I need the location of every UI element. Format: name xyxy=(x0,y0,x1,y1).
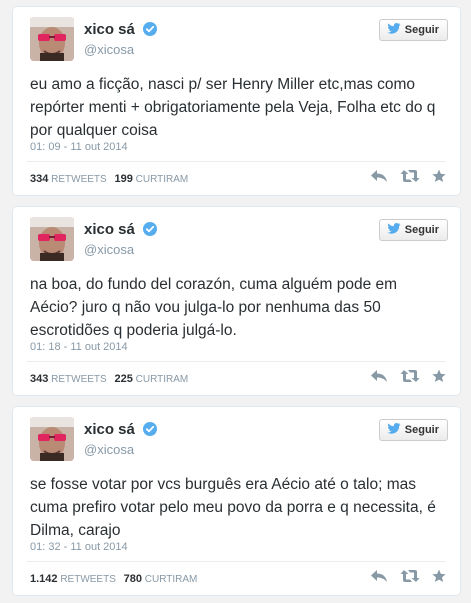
tweet-stats: 343 RETWEETS 225 CURTIRAM xyxy=(30,373,188,385)
tweet-header: xico sá @xicosa Seguir xyxy=(30,17,448,67)
display-name[interactable]: xico sá xyxy=(84,221,135,238)
tweet-text: eu amo a ficção, nasci p/ ser Henry Mill… xyxy=(30,76,436,139)
tweet-timestamp[interactable]: 01: 18 - 11 out 2014 xyxy=(30,341,128,353)
tweet-stats: 334 RETWEETS 199 CURTIRAM xyxy=(30,173,188,185)
author-names: xico sá @xicosa xyxy=(84,221,158,259)
tweet-text: na boa, do fundo del corazón, cuma algué… xyxy=(30,276,398,339)
avatar[interactable] xyxy=(30,217,74,261)
retweets-label: RETWEETS xyxy=(51,174,107,185)
verified-badge-icon xyxy=(143,422,158,441)
author-names: xico sá @xicosa xyxy=(84,421,158,459)
tweet-stats: 1.142 RETWEETS 780 CURTIRAM xyxy=(30,573,197,585)
favorite-star-icon[interactable] xyxy=(432,369,446,388)
retweet-count[interactable]: 1.142 xyxy=(30,573,58,585)
display-name[interactable]: xico sá xyxy=(84,21,135,38)
author-names: xico sá @xicosa xyxy=(84,21,158,59)
retweet-icon[interactable] xyxy=(400,569,420,588)
tweet-card[interactable]: xico sá @xicosa Seguir eu amo a ficção, … xyxy=(12,6,461,196)
verified-badge-icon xyxy=(143,22,158,41)
user-handle[interactable]: @xicosa xyxy=(84,41,157,59)
follow-label: Seguir xyxy=(404,224,439,236)
like-count[interactable]: 225 xyxy=(114,373,132,385)
follow-label: Seguir xyxy=(404,24,439,36)
retweet-icon[interactable] xyxy=(400,169,420,188)
favorite-star-icon[interactable] xyxy=(432,169,446,188)
tweet-feed: xico sá @xicosa Seguir eu amo a ficção, … xyxy=(0,0,471,603)
follow-button[interactable]: Seguir xyxy=(378,219,448,241)
follow-label: Seguir xyxy=(404,424,439,436)
likes-label: CURTIRAM xyxy=(135,174,189,185)
follow-button[interactable]: Seguir xyxy=(378,419,448,441)
retweet-icon[interactable] xyxy=(400,369,420,388)
reply-icon[interactable] xyxy=(370,169,388,188)
retweets-label: RETWEETS xyxy=(60,574,116,585)
likes-label: CURTIRAM xyxy=(135,374,189,385)
tweet-header: xico sá @xicosa Seguir xyxy=(30,417,448,467)
tweet-card[interactable]: xico sá @xicosa Seguir na boa, do fundo … xyxy=(12,206,461,396)
tweet-header: xico sá @xicosa Seguir xyxy=(30,217,448,267)
display-name[interactable]: xico sá xyxy=(84,421,135,438)
follow-button[interactable]: Seguir xyxy=(378,19,448,41)
tweet-actions xyxy=(370,369,446,388)
user-handle[interactable]: @xicosa xyxy=(84,441,157,459)
tweet-actions xyxy=(370,169,446,188)
likes-label: CURTIRAM xyxy=(144,574,198,585)
favorite-star-icon[interactable] xyxy=(432,569,446,588)
twitter-bird-icon xyxy=(387,423,401,437)
divider xyxy=(27,561,446,562)
tweet-text: se fosse votar por vcs burguês era Aécio… xyxy=(30,476,436,539)
retweet-count[interactable]: 334 xyxy=(30,173,48,185)
verified-badge-icon xyxy=(143,222,158,241)
reply-icon[interactable] xyxy=(370,569,388,588)
reply-icon[interactable] xyxy=(370,369,388,388)
tweet-actions xyxy=(370,569,446,588)
retweets-label: RETWEETS xyxy=(51,374,107,385)
divider xyxy=(27,161,446,162)
avatar[interactable] xyxy=(30,417,74,461)
avatar[interactable] xyxy=(30,17,74,61)
like-count[interactable]: 199 xyxy=(114,173,132,185)
user-handle[interactable]: @xicosa xyxy=(84,241,157,259)
twitter-bird-icon xyxy=(387,23,401,37)
tweet-timestamp[interactable]: 01: 32 - 11 out 2014 xyxy=(30,541,128,553)
retweet-count[interactable]: 343 xyxy=(30,373,48,385)
tweet-card[interactable]: xico sá @xicosa Seguir se fosse votar po… xyxy=(12,406,461,596)
twitter-bird-icon xyxy=(387,223,401,237)
divider xyxy=(27,361,446,362)
like-count[interactable]: 780 xyxy=(124,573,142,585)
tweet-timestamp[interactable]: 01: 09 - 11 out 2014 xyxy=(30,141,128,153)
